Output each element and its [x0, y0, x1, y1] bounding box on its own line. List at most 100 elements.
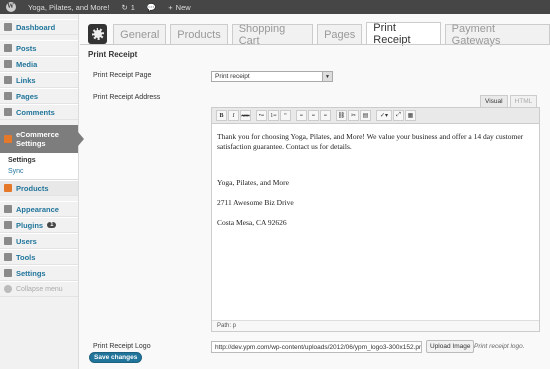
sidebar-item-users[interactable]: Users	[0, 233, 78, 249]
sidebar-item-label: Tools	[16, 252, 36, 262]
tab-visual[interactable]: Visual	[480, 95, 508, 107]
plugin-icon	[4, 221, 12, 229]
editor-mode-tabs: Visual HTML	[480, 95, 538, 107]
pin-icon	[4, 44, 12, 52]
fullscreen-button[interactable]: ⤢	[393, 110, 404, 121]
tab-html[interactable]: HTML	[509, 95, 538, 107]
sidebar-item-label: eCommerce Settings	[16, 130, 59, 148]
sidebar-item-label: Posts	[16, 43, 37, 53]
sidebar-item-label: Pages	[16, 91, 39, 101]
bullet-list-button[interactable]: •≡	[256, 110, 267, 121]
insert-link-button[interactable]: ⛓	[336, 110, 347, 121]
logo-hint-text: Print receipt logo.	[474, 343, 525, 350]
unlink-button[interactable]: ✂	[348, 110, 359, 121]
wordpress-icon	[6, 2, 16, 12]
save-changes-button[interactable]: Save changes	[89, 352, 143, 363]
tab-shopping-cart[interactable]: Shopping Cart	[231, 23, 314, 47]
sidebar-item-label: Media	[16, 59, 38, 69]
upload-image-button[interactable]: Upload Image	[426, 340, 475, 353]
receipt-address-editor[interactable]: B I ABC •≡ 1≡ “ ≡ ≡ ≡ ⛓ ✂ ▤ ✓▾ ⤢ ▦ Thank…	[211, 107, 540, 332]
bold-button[interactable]: B	[216, 110, 227, 121]
align-left-button[interactable]: ≡	[296, 110, 307, 121]
sidebar-item-label: Links	[16, 75, 36, 85]
collapse-icon	[4, 285, 12, 293]
dashboard-icon	[4, 23, 12, 31]
address-line-3: Costa Mesa, CA 92626	[217, 218, 287, 227]
updates-count: 1	[130, 2, 135, 12]
comment-icon	[4, 108, 12, 116]
tab-products[interactable]: Products	[170, 24, 228, 44]
collapse-menu-button[interactable]: Collapse menu	[0, 281, 78, 297]
products-icon	[4, 184, 12, 192]
blockquote-button[interactable]: “	[280, 110, 291, 121]
refresh-icon: ↻	[121, 2, 128, 12]
strikethrough-button[interactable]: ABC	[240, 110, 251, 121]
new-content-link[interactable]: + New	[162, 0, 196, 14]
settings-icon	[4, 269, 12, 277]
tab-general[interactable]: General	[113, 24, 167, 44]
sidebar-item-products[interactable]: Products	[0, 180, 78, 196]
sidebar-item-label: Settings	[16, 268, 46, 278]
print-receipt-page-select[interactable]: Print receipt ▼	[211, 71, 333, 82]
align-right-button[interactable]: ≡	[320, 110, 331, 121]
tools-icon	[4, 253, 12, 261]
editor-content[interactable]: Thank you for choosing Yoga, Pilates, an…	[212, 124, 539, 241]
align-center-button[interactable]: ≡	[308, 110, 319, 121]
sidebar-item-label: Dashboard	[16, 22, 56, 32]
sidebar-item-label: Comments	[16, 107, 55, 117]
sidebar-item-ecommerce-settings[interactable]: eCommerce Settings	[0, 125, 84, 153]
tab-payment-gateways[interactable]: Payment Gateways	[444, 23, 550, 47]
sidebar-item-label: Users	[16, 236, 37, 246]
sidebar-item-label: Appearance	[16, 204, 59, 214]
sidebar-item-label: Collapse menu	[16, 285, 63, 293]
speech-bubble-icon: 💬	[146, 2, 157, 12]
main-content: General Products Shopping Cart Pages Pri…	[80, 14, 550, 369]
admin-sidebar: Dashboard Posts Media Links Pages Commen…	[0, 14, 84, 369]
sidebar-item-dashboard[interactable]: Dashboard	[0, 19, 78, 35]
tab-divider	[80, 44, 550, 45]
address-line-1: Yoga, Pilates, and More	[217, 178, 289, 187]
site-name-link[interactable]: Yoga, Pilates, and More!	[22, 0, 115, 14]
sidebar-item-settings[interactable]: Settings	[0, 265, 78, 281]
updates-link[interactable]: ↻ 1	[115, 0, 140, 14]
plus-icon: +	[168, 2, 173, 12]
logo-field-label: Print Receipt Logo	[93, 343, 151, 350]
receipt-message: Thank you for choosing Yoga, Pilates, an…	[217, 132, 524, 151]
sidebar-item-links[interactable]: Links	[0, 72, 78, 88]
tab-print-receipt[interactable]: Print Receipt	[366, 22, 441, 46]
kitchen-sink-button[interactable]: ▦	[405, 110, 416, 121]
italic-button[interactable]: I	[228, 110, 239, 121]
wordpress-logo-button[interactable]	[0, 0, 22, 14]
plugins-update-badge: 1	[47, 222, 57, 228]
sidebar-item-tools[interactable]: Tools	[0, 249, 78, 265]
appearance-icon	[4, 205, 12, 213]
numbered-list-button[interactable]: 1≡	[268, 110, 279, 121]
submenu-item-sync[interactable]: Sync	[0, 166, 78, 177]
section-title: Print Receipt	[88, 50, 138, 59]
submenu-item-settings[interactable]: Settings	[0, 155, 78, 166]
new-label: New	[175, 2, 191, 12]
receipt-logo-url-input[interactable]: http://dev.ypm.com/wp-content/uploads/20…	[211, 341, 422, 353]
tab-pages[interactable]: Pages	[317, 24, 363, 44]
sidebar-item-appearance[interactable]: Appearance	[0, 201, 78, 217]
link-icon	[4, 76, 12, 84]
chevron-down-icon: ▼	[322, 72, 332, 81]
users-icon	[4, 237, 12, 245]
sidebar-item-posts[interactable]: Posts	[0, 40, 78, 56]
sidebar-item-media[interactable]: Media	[0, 56, 78, 72]
selected-page-value: Print receipt	[215, 73, 250, 80]
insert-more-button[interactable]: ▤	[360, 110, 371, 121]
ecommerce-submenu: Settings Sync	[0, 153, 78, 180]
sidebar-item-plugins[interactable]: Plugins 1	[0, 217, 78, 233]
comments-link[interactable]: 💬	[141, 0, 162, 14]
store-logo-icon	[88, 24, 108, 44]
sidebar-item-label: Plugins	[16, 220, 44, 230]
sidebar-item-pages[interactable]: Pages	[0, 88, 78, 104]
address-field-label: Print Receipt Address	[93, 94, 161, 101]
sidebar-item-comments[interactable]: Comments	[0, 104, 78, 120]
media-icon	[4, 60, 12, 68]
admin-bar: Yoga, Pilates, and More! ↻1 💬 +New	[0, 0, 550, 14]
spellcheck-button[interactable]: ✓▾	[376, 110, 392, 121]
page-field-label: Print Receipt Page	[93, 72, 152, 79]
page-icon	[4, 92, 12, 100]
